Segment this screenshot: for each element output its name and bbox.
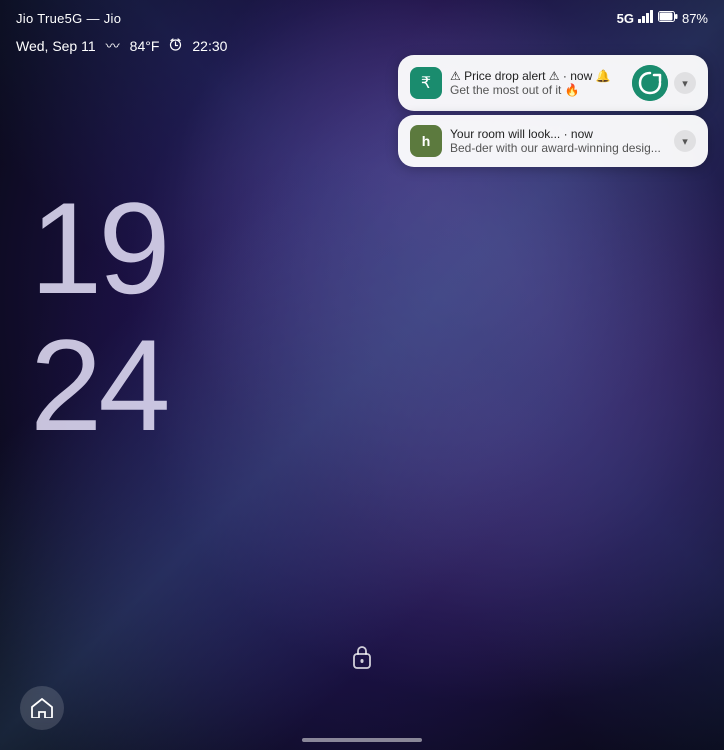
bottom-gesture-bar: [302, 738, 422, 742]
unlock-icon[interactable]: [350, 643, 374, 675]
home-button[interactable]: [20, 686, 64, 730]
notif-title-1: ⚠ Price drop alert ⚠ · now 🔔: [450, 69, 624, 83]
status-bar: Jio True5G — Jio 5G 87%: [0, 0, 724, 36]
notif-app-icon-1: ₹: [410, 67, 442, 99]
date-label: Wed, Sep 11: [16, 38, 96, 54]
notif-chevron-2[interactable]: ▾: [674, 130, 696, 152]
battery-icon: [658, 11, 678, 25]
notif-body-2: Bed-der with our award-winning desig...: [450, 141, 666, 155]
weather-icon: 〰: [106, 36, 120, 56]
notification-card-1[interactable]: ₹ ⚠ Price drop alert ⚠ · now 🔔 Get the m…: [398, 55, 708, 111]
notif-chevron-1[interactable]: ▾: [674, 72, 696, 94]
clock: 19 24: [30, 180, 167, 453]
network-type-label: 5G: [617, 11, 634, 26]
battery-label: 87%: [682, 11, 708, 26]
date-bar: Wed, Sep 11 〰 84°F 22:30: [16, 36, 227, 56]
notif-body-1: Get the most out of it 🔥: [450, 83, 624, 97]
alarm-icon: [169, 38, 182, 54]
notif-app-icon-2: h: [410, 125, 442, 157]
notif-content-2: Your room will look... · now Bed-der wit…: [450, 127, 666, 155]
notif-right-2: ▾: [674, 130, 696, 152]
signal-icon: [638, 10, 654, 26]
clock-hour: 19: [30, 180, 167, 317]
notifications-panel: ₹ ⚠ Price drop alert ⚠ · now 🔔 Get the m…: [398, 55, 708, 167]
alarm-time-label: 22:30: [192, 38, 227, 54]
notif-title-2: Your room will look... · now: [450, 127, 666, 141]
notif-right-1: ▾: [632, 65, 696, 101]
carrier-label: Jio True5G — Jio: [16, 11, 121, 26]
status-icons: 5G 87%: [617, 10, 708, 26]
clock-minute: 24: [30, 317, 167, 454]
notification-card-2[interactable]: h Your room will look... · now Bed-der w…: [398, 115, 708, 167]
notif-content-1: ⚠ Price drop alert ⚠ · now 🔔 Get the mos…: [450, 69, 624, 97]
temperature-label: 84°F: [130, 38, 160, 54]
notif-large-icon-1: [632, 65, 668, 101]
